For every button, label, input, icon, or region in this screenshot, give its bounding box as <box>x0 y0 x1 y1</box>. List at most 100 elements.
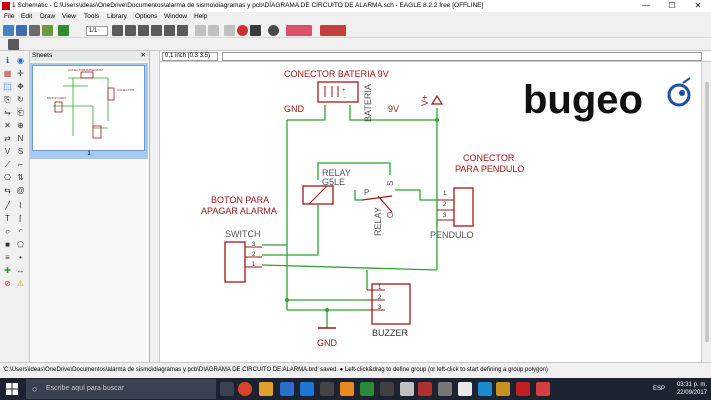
go-icon[interactable] <box>250 25 261 36</box>
windows-start-icon[interactable] <box>6 383 18 395</box>
sheet-thumbnail-1[interactable]: CONECTOR BATERIA 9V BOTON PARA CONECTOR … <box>30 63 148 159</box>
pinswap-icon[interactable]: ⇆ <box>3 186 12 195</box>
move-icon[interactable]: ✥ <box>16 82 25 91</box>
label-icon[interactable]: ⌈ <box>16 214 25 223</box>
vplus-supply[interactable]: V+ <box>420 95 444 106</box>
warning-icon[interactable]: ⚠ <box>16 279 25 288</box>
language-indicator[interactable]: ESP <box>653 386 665 392</box>
rotate-icon[interactable]: ↻ <box>16 95 25 104</box>
switch[interactable]: 3 2 1 BOTON PARA APAGAR ALARMA SWITCH <box>201 195 277 283</box>
dimension-icon[interactable]: ↔ <box>16 266 25 275</box>
chrome-icon[interactable] <box>238 382 252 396</box>
battery-connector[interactable]: + - CONECTOR BATERIA 9V GND BATERIA 9V <box>284 69 399 122</box>
maximize-button[interactable]: ☐ <box>659 0 685 12</box>
invoke-icon[interactable]: ⎔ <box>3 173 12 182</box>
wire-icon[interactable]: ╱ <box>3 201 12 210</box>
menu-edit[interactable]: Edit <box>21 13 32 20</box>
value-icon[interactable]: V <box>3 147 12 156</box>
zoom-window-icon[interactable] <box>151 25 162 36</box>
microphone-icon[interactable] <box>220 382 234 396</box>
app-icon-5[interactable] <box>320 382 334 396</box>
arc-icon[interactable]: ◜ <box>16 227 25 236</box>
relay[interactable]: RELAY G5LE P S O RELAY <box>302 168 395 236</box>
app-icon-8[interactable] <box>380 382 394 396</box>
attribute-icon[interactable]: @ <box>16 186 25 195</box>
zoom-in-icon[interactable] <box>125 25 136 36</box>
group-icon[interactable]: ⬚ <box>3 82 12 91</box>
gateswap-icon[interactable]: ⇅ <box>16 173 25 182</box>
command-input[interactable] <box>222 52 702 61</box>
schematic-drawing[interactable]: + - CONECTOR BATERIA 9V GND BATERIA 9V V… <box>160 62 701 362</box>
menu-window[interactable]: Window <box>164 13 187 20</box>
sheet-select[interactable]: 1/1 <box>86 26 108 36</box>
menu-tools[interactable]: Tools <box>84 13 99 20</box>
design-link-icon[interactable] <box>286 25 312 36</box>
miter-icon[interactable]: ⌐ <box>16 160 25 169</box>
menu-view[interactable]: View <box>62 13 76 20</box>
gnd-symbol[interactable]: GND <box>317 327 338 348</box>
eagle-taskbar-icon[interactable] <box>360 382 374 396</box>
zoom-select-icon[interactable] <box>164 25 175 36</box>
errors-icon[interactable]: ⊘ <box>3 279 12 288</box>
redraw-icon[interactable] <box>177 25 188 36</box>
cad-link-icon[interactable] <box>320 25 346 36</box>
stop-command-icon[interactable] <box>237 25 248 36</box>
smash-icon[interactable]: S <box>16 147 25 156</box>
junction-icon[interactable]: • <box>16 253 25 262</box>
show-icon[interactable]: ◉ <box>16 56 25 65</box>
schematic-canvas[interactable]: + - CONECTOR BATERIA 9V GND BATERIA 9V V… <box>160 62 701 362</box>
pendulum-connector[interactable]: 1 2 3 CONECTOR PARA PENDULO PENDULO <box>430 153 524 240</box>
stop-icon[interactable] <box>224 25 235 36</box>
grid-icon[interactable] <box>8 39 19 50</box>
edge-icon[interactable] <box>280 382 294 396</box>
app-icon-12[interactable] <box>458 382 472 396</box>
file-explorer-icon[interactable] <box>259 382 273 396</box>
close-button[interactable]: ✕ <box>685 0 711 12</box>
replace-icon[interactable]: ⇄ <box>3 134 12 143</box>
taskbar-search[interactable]: ○ Escribe aquí para buscar <box>26 379 216 399</box>
app-icon-11[interactable] <box>438 382 452 396</box>
rect-icon[interactable]: ■ <box>3 240 12 249</box>
help-icon[interactable] <box>268 25 279 36</box>
menu-library[interactable]: Library <box>107 13 127 20</box>
bus-icon[interactable]: ≡ <box>3 253 12 262</box>
print-icon[interactable] <box>29 25 40 36</box>
minimize-button[interactable]: — <box>633 0 659 12</box>
save-icon[interactable] <box>16 25 27 36</box>
cam-icon[interactable] <box>42 25 53 36</box>
app-icon-14[interactable] <box>496 382 510 396</box>
name-icon[interactable]: N <box>16 134 25 143</box>
menu-draw[interactable]: Draw <box>40 13 55 20</box>
display-icon[interactable]: ▦ <box>3 69 12 78</box>
scrollbar-thumb[interactable] <box>705 82 709 342</box>
app-icon-13[interactable] <box>478 382 492 396</box>
redo-icon[interactable] <box>208 25 219 36</box>
open-icon[interactable] <box>3 25 14 36</box>
board-switch-icon[interactable] <box>58 25 69 36</box>
zoom-fit-icon[interactable] <box>112 25 123 36</box>
menu-file[interactable]: File <box>4 13 14 20</box>
undo-icon[interactable] <box>195 25 206 36</box>
app-icon-10[interactable] <box>418 382 432 396</box>
vertical-scrollbar[interactable] <box>701 62 711 362</box>
sheets-panel-close-icon[interactable]: ✕ <box>141 51 146 61</box>
mark-icon[interactable]: ✛ <box>16 69 25 78</box>
polygon-icon[interactable]: ⬠ <box>16 240 25 249</box>
split-icon[interactable]: ⟋ <box>3 160 12 169</box>
store-icon[interactable] <box>300 382 314 396</box>
illustrator-icon[interactable] <box>340 382 354 396</box>
text-icon[interactable]: T <box>3 214 12 223</box>
system-clock[interactable]: 03:31 p. m. 22/09/2017 <box>677 381 707 397</box>
app-icon-9[interactable] <box>400 382 414 396</box>
menu-options[interactable]: Options <box>135 13 157 20</box>
paste-icon[interactable]: ⎗ <box>16 108 25 117</box>
net-icon[interactable]: ⌇ <box>16 201 25 210</box>
zoom-out-icon[interactable] <box>138 25 149 36</box>
delete-icon[interactable]: ✕ <box>3 121 12 130</box>
acrobat-icon[interactable] <box>516 382 530 396</box>
app-icon-16[interactable] <box>536 382 550 396</box>
info-icon[interactable]: ℹ <box>3 56 12 65</box>
add-icon[interactable]: ⊕ <box>16 121 25 130</box>
copy-icon[interactable]: ⎘ <box>3 95 12 104</box>
menu-help[interactable]: Help <box>194 13 207 20</box>
